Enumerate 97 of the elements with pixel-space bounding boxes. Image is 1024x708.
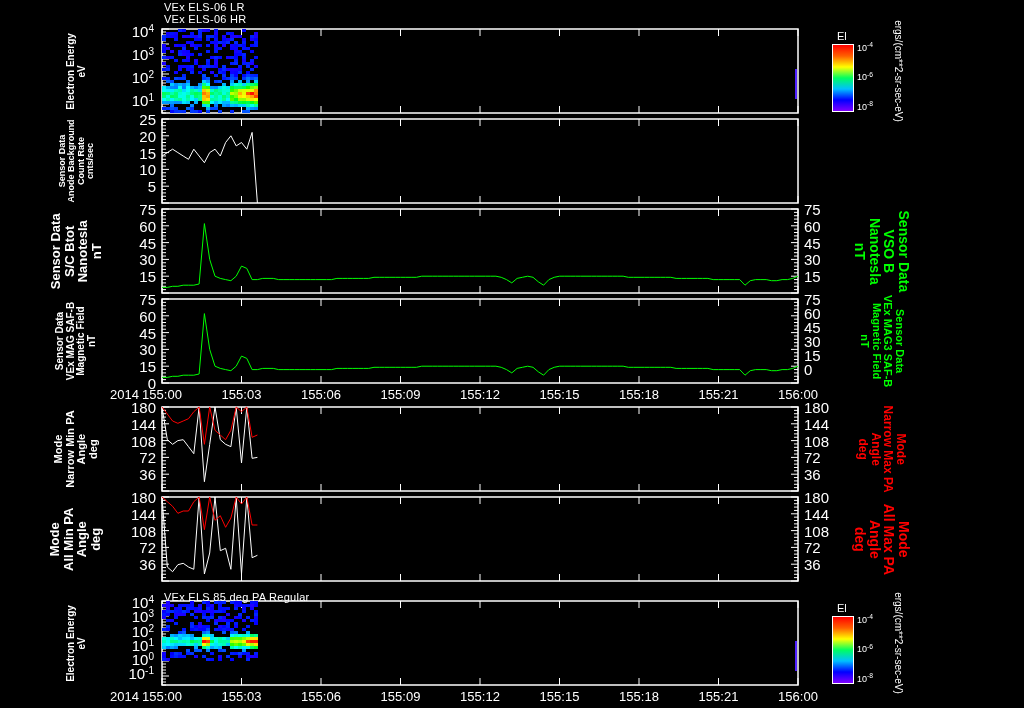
- tick-label: 36: [138, 467, 156, 483]
- axis-label: Sensor Data VEx MAG3 SAF-B Magnetic Field nT: [858, 294, 906, 388]
- time-label: 155:12: [459, 690, 501, 703]
- tick-label: 108: [129, 433, 156, 449]
- tick-label: 45: [804, 235, 821, 251]
- tick-label: 20: [138, 128, 156, 144]
- tick-label: 15: [804, 348, 821, 363]
- color-scale-bar: [832, 615, 854, 684]
- time-label: 156:00: [777, 690, 819, 703]
- tick-label: 30: [138, 342, 156, 358]
- tick-label: 144: [129, 416, 156, 432]
- color-scale-tick: 10$^{-4}$: [857, 43, 874, 53]
- tick-label: 60: [138, 218, 156, 234]
- units-label: ergs/(cm**2-sr-sec-eV): [893, 592, 903, 694]
- color-scale-tick: 10$^{-6}$: [857, 73, 874, 82]
- axis-label: Sensor Data Anode Background Count Rate cnts/sec: [57, 119, 95, 203]
- time-label: 155:09: [379, 690, 422, 703]
- units-label: ergs/(cm**2-sr-sec-eV): [893, 20, 903, 122]
- tick-label: 30: [138, 252, 156, 268]
- axis-label: Sensor Data VEx MAG SAF-B Magnetic Field nT: [55, 301, 97, 381]
- tick-label: 10$^{-1}$: [127, 666, 154, 682]
- color-scale-bar: [832, 43, 854, 112]
- color-scale-tick: 10$^{-4}$: [857, 615, 874, 625]
- tick-label: 180: [129, 400, 156, 415]
- year-label: 2014: [110, 690, 139, 703]
- time-label: 155:06: [300, 388, 342, 401]
- time-label: 155:18: [618, 690, 660, 703]
- time-label: 155:18: [618, 388, 660, 401]
- tick-label: 72: [138, 450, 156, 466]
- time-label: 155:21: [697, 690, 740, 703]
- tick-label: 45: [804, 320, 821, 335]
- color-scale-tick: 10$^{-6}$: [857, 645, 874, 654]
- time-label: 155:15: [538, 690, 581, 703]
- tick-label: 10$^{1}$: [130, 93, 154, 109]
- axis-label: Mode Narrow Min PA Angle deg: [52, 410, 100, 488]
- color-scale-tick: 10$^{-8}$: [857, 674, 874, 684]
- plot-title: VEx ELS 85 deg PA Regular: [164, 591, 310, 603]
- tick-label: 0: [804, 362, 813, 377]
- tick-label: 30: [804, 334, 821, 349]
- year-label: 2014: [110, 388, 139, 401]
- tick-label: 36: [804, 467, 821, 483]
- time-label: 155:06: [300, 690, 342, 703]
- tick-label: 10$^{2}$: [130, 70, 154, 86]
- color-scale-tick: 10$^{-8}$: [857, 102, 874, 112]
- tick-label: 108: [804, 433, 830, 449]
- tick-label: 15: [138, 359, 156, 375]
- tick-label: 36: [804, 557, 821, 573]
- tick-label: 10$^{1}$: [130, 637, 154, 653]
- time-label: 156:00: [777, 388, 819, 401]
- time-label: 155:12: [459, 388, 501, 401]
- tick-label: 10: [138, 162, 156, 178]
- tick-label: 72: [804, 450, 821, 466]
- axis-label: Mode All Min PA Angle deg: [48, 507, 104, 571]
- axis-label: Sensor Data VSO B Nanotesla nT: [852, 210, 912, 292]
- tick-label: 45: [138, 235, 156, 251]
- tick-label: 108: [129, 523, 156, 539]
- tick-label: 180: [804, 490, 830, 505]
- tick-label: 10$^{3}$: [130, 609, 154, 625]
- time-label: 155:09: [379, 388, 422, 401]
- tick-label: 180: [804, 400, 830, 415]
- axis-label: Sensor Data S/C Btot Nanotesla nT: [48, 213, 104, 289]
- color-scale-label: El: [837, 30, 847, 42]
- time-label: 155:21: [697, 388, 740, 401]
- time-label: 155:03: [220, 690, 263, 703]
- tick-label: 75: [804, 292, 821, 307]
- tick-label: 45: [138, 325, 156, 341]
- tick-label: 144: [129, 506, 156, 522]
- tick-label: 72: [138, 540, 156, 556]
- axis-label: Mode Narrow Max PA Angle deg: [856, 405, 908, 493]
- plot-title: VEx ELS-06 LR: [164, 1, 246, 13]
- tick-label: 144: [804, 506, 830, 522]
- tick-label: 60: [804, 218, 821, 234]
- tick-label: 75: [138, 202, 156, 217]
- tick-label: 144: [804, 416, 830, 432]
- tick-label: 75: [804, 202, 821, 217]
- tick-label: 15: [804, 269, 821, 285]
- time-label: 155:03: [220, 388, 263, 401]
- tick-label: 30: [804, 252, 821, 268]
- tick-label: 75: [138, 292, 156, 307]
- tick-label: 10$^{3}$: [130, 47, 154, 63]
- tick-label: 5: [146, 179, 156, 195]
- axis-label: Mode All Max PA Angle deg: [852, 503, 912, 575]
- tick-label: 60: [804, 306, 821, 321]
- tick-label: 25: [138, 112, 156, 127]
- tick-label: 108: [804, 523, 830, 539]
- color-scale-label: El: [837, 602, 847, 614]
- tick-label: 10$^{4}$: [130, 24, 154, 40]
- axis-label: Electron Energy eV: [65, 604, 87, 682]
- tick-label: 180: [129, 490, 156, 505]
- tick-label: 60: [138, 308, 156, 324]
- tick-label: 15: [138, 145, 156, 161]
- time-label: 155:15: [538, 388, 581, 401]
- tick-label: 10$^{2}$: [130, 623, 154, 639]
- tick-label: 72: [804, 540, 821, 556]
- axis-label: Electron Energy eV: [65, 32, 87, 110]
- tick-label: 15: [138, 269, 156, 285]
- tick-label: 36: [138, 557, 156, 573]
